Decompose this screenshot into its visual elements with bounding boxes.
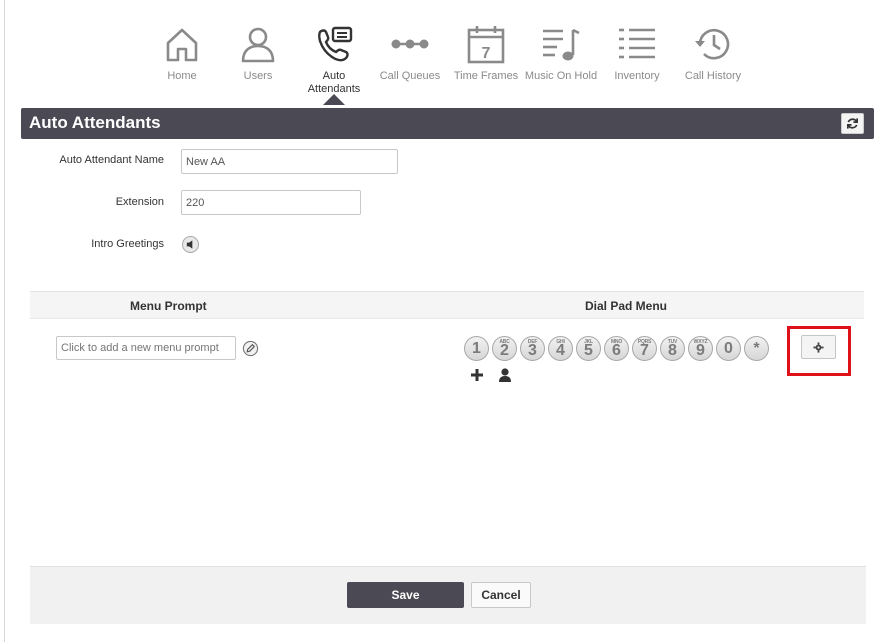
dial-pad-menu-header: Dial Pad Menu xyxy=(585,299,668,313)
dial-key-3[interactable]: DEF 3 xyxy=(520,336,545,361)
dial-key-6[interactable]: MNO 6 xyxy=(604,336,629,361)
home-icon xyxy=(166,28,198,62)
dial-key-digit: * xyxy=(753,340,760,357)
dial-key-digit: 6 xyxy=(612,342,621,359)
dial-key-digit: 1 xyxy=(472,340,481,357)
name-input[interactable] xyxy=(181,149,398,174)
top-nav: Home Users Auto Attendants Call Queues 7… xyxy=(0,22,878,112)
edit-pencil-icon[interactable] xyxy=(242,340,259,357)
refresh-icon xyxy=(847,118,858,129)
gear-icon xyxy=(813,341,824,353)
nav-users-label: Users xyxy=(243,70,273,82)
nav-music-on-hold[interactable]: Music On Hold xyxy=(523,22,599,83)
extension-label: Extension xyxy=(115,196,164,208)
dial-pad-settings-button[interactable] xyxy=(801,335,836,359)
svg-text:7: 7 xyxy=(482,45,491,62)
nav-inventory[interactable]: Inventory xyxy=(599,22,675,83)
dial-key-digit: 9 xyxy=(696,342,705,359)
dial-key-8[interactable]: TUV 8 xyxy=(660,336,685,361)
intro-greetings-label: Intro Greetings xyxy=(91,238,164,250)
dial-key-digit: 2 xyxy=(500,342,509,359)
dial-key-star[interactable]: * xyxy=(744,336,769,361)
nav-auto-attendants-label: Auto Attendants xyxy=(307,70,361,95)
nav-call-history[interactable]: Call History xyxy=(675,22,751,83)
nav-time-frames[interactable]: 7 Time Frames xyxy=(448,22,524,83)
save-button[interactable]: Save xyxy=(347,582,464,608)
list-icon xyxy=(619,28,655,59)
section-header-bar: Auto Attendants xyxy=(21,108,874,139)
dial-key-5[interactable]: JKL 5 xyxy=(576,336,601,361)
queue-dots-icon xyxy=(391,39,429,49)
nav-inventory-label: Inventory xyxy=(614,70,660,82)
active-tab-caret xyxy=(323,94,345,105)
dial-key-digit: 4 xyxy=(556,342,565,359)
speaker-icon xyxy=(186,240,193,249)
cancel-button[interactable]: Cancel xyxy=(471,582,531,608)
extension-input[interactable] xyxy=(181,190,361,215)
dial-key-2[interactable]: ABC 2 xyxy=(492,336,517,361)
dial-key-digit: 8 xyxy=(668,342,677,359)
page-title: Auto Attendants xyxy=(29,113,161,132)
dial-key-7[interactable]: PQRS 7 xyxy=(632,336,657,361)
dial-key-4[interactable]: GHI 4 xyxy=(548,336,573,361)
name-label: Auto Attendant Name xyxy=(59,154,164,166)
dial-key-digit: 5 xyxy=(584,342,593,359)
calendar-icon: 7 xyxy=(467,26,505,64)
dial-key-digit: 0 xyxy=(724,340,733,357)
nav-call-history-label: Call History xyxy=(684,70,742,82)
dial-key-0[interactable]: 0 xyxy=(716,336,741,361)
nav-time-frames-label: Time Frames xyxy=(453,70,519,82)
nav-music-on-hold-label: Music On Hold xyxy=(524,70,598,82)
menu-prompt-header: Menu Prompt xyxy=(130,299,207,313)
dial-key-1[interactable]: 1 xyxy=(464,336,489,361)
dial-key-9[interactable]: WXYZ 9 xyxy=(688,336,713,361)
phone-attendant-icon xyxy=(318,26,353,62)
plus-icon[interactable] xyxy=(470,368,484,382)
refresh-button[interactable] xyxy=(841,113,864,134)
music-list-icon xyxy=(543,28,580,61)
user-icon xyxy=(241,27,275,63)
table-header: Menu Prompt Dial Pad Menu xyxy=(30,291,864,319)
intro-greetings-button[interactable] xyxy=(182,236,199,253)
nav-users[interactable]: Users xyxy=(220,22,296,83)
nav-call-queues[interactable]: Call Queues xyxy=(372,22,448,83)
nav-home-label: Home xyxy=(167,70,197,82)
nav-call-queues-label: Call Queues xyxy=(379,70,441,82)
dial-key-digit: 3 xyxy=(528,342,537,359)
nav-auto-attendants[interactable]: Auto Attendants xyxy=(296,22,372,96)
history-icon xyxy=(695,28,730,60)
nav-home[interactable]: Home xyxy=(144,22,220,83)
menu-prompt-input[interactable] xyxy=(56,336,236,360)
dial-key-digit: 7 xyxy=(640,342,649,359)
person-icon[interactable] xyxy=(497,367,513,383)
